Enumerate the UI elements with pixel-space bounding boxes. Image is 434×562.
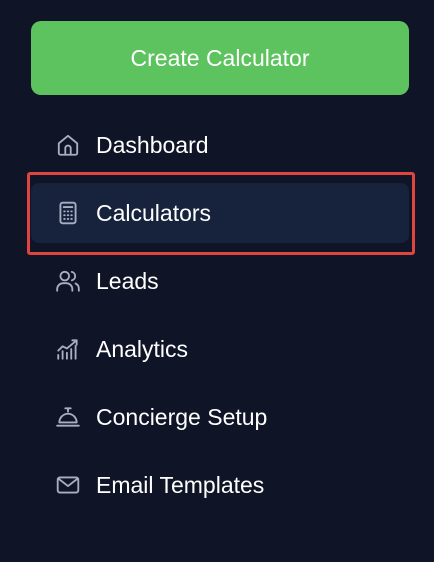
create-calculator-button[interactable]: Create Calculator [31, 21, 409, 95]
sidebar-item-leads[interactable]: Leads [31, 251, 409, 311]
users-icon [55, 268, 81, 294]
sidebar-item-label: Leads [96, 267, 159, 294]
sidebar-item-concierge-setup[interactable]: Concierge Setup [31, 387, 409, 447]
sidebar-item-label: Calculators [96, 199, 212, 226]
analytics-icon [55, 336, 81, 362]
sidebar-item-label: Dashboard [96, 131, 209, 158]
sidebar-item-email-templates[interactable]: Email Templates [31, 455, 409, 515]
sidebar-item-analytics[interactable]: Analytics [31, 319, 409, 379]
bell-service-icon [55, 404, 81, 430]
sidebar-item-dashboard[interactable]: Dashboard [31, 115, 409, 175]
sidebar-item-label: Analytics [96, 335, 189, 362]
sidebar-item-label: Email Templates [96, 471, 265, 498]
sidebar-item-calculators[interactable]: Calculators [31, 183, 409, 243]
calculator-icon [55, 200, 81, 226]
home-icon [55, 132, 81, 158]
sidebar-item-label: Concierge Setup [96, 403, 268, 430]
sidebar: Create Calculator Dashboard Calculators … [0, 0, 434, 562]
mail-icon [55, 472, 81, 498]
